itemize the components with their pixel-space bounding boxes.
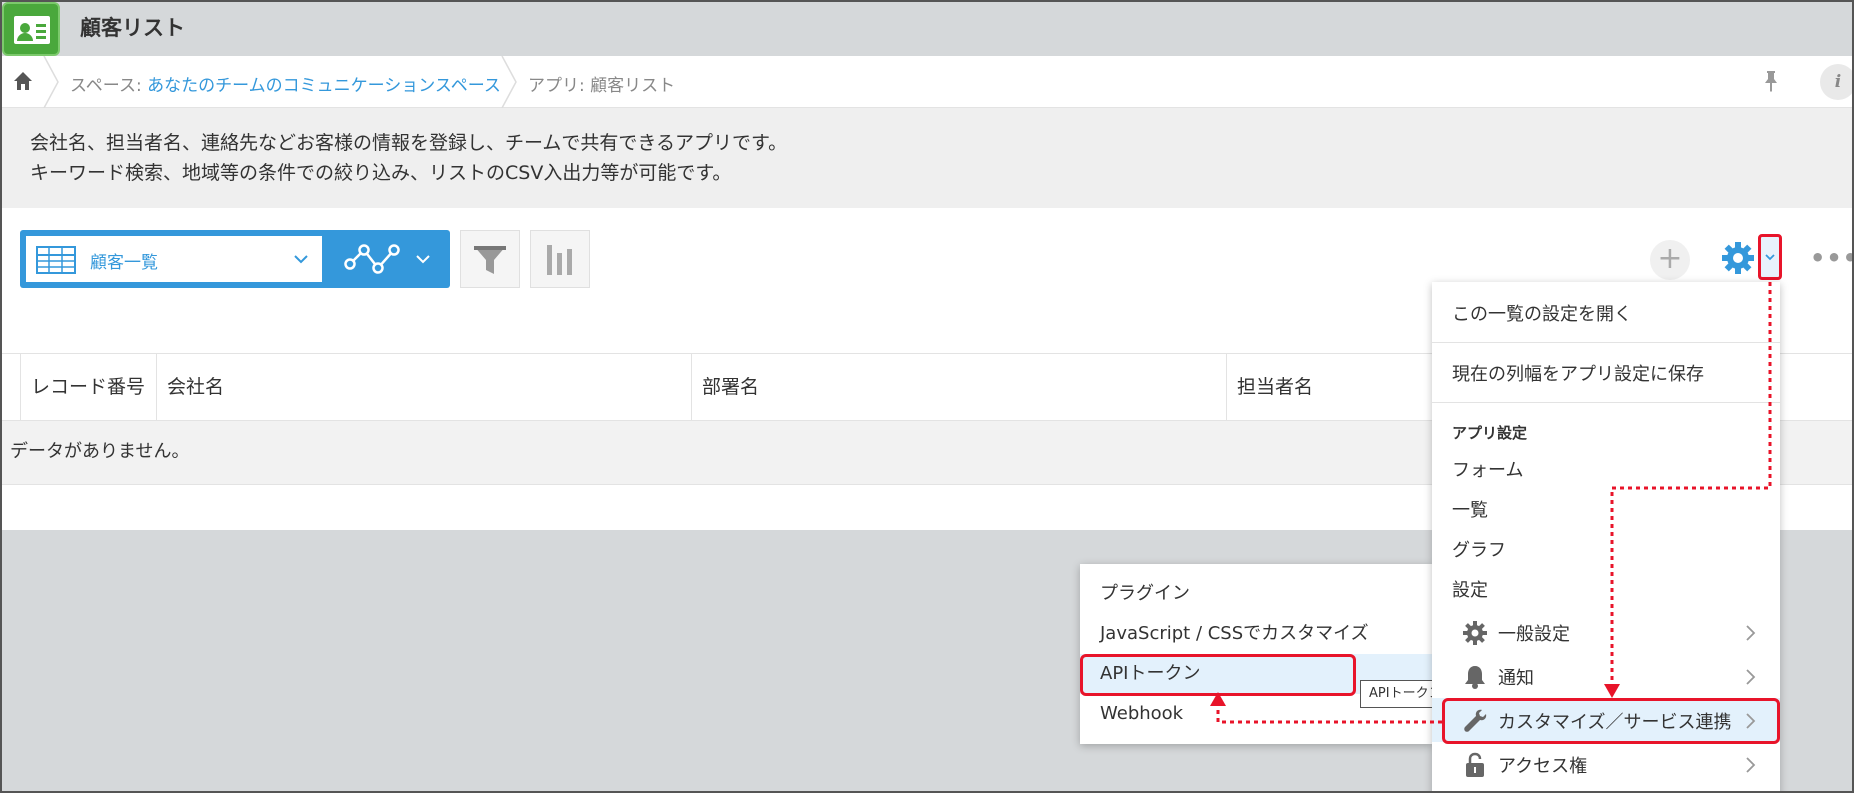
chevron-right-icon bbox=[1746, 625, 1756, 641]
customize-highlight bbox=[1442, 698, 1780, 744]
filter-icon bbox=[474, 246, 506, 274]
description-line: 会社名、担当者名、連絡先などお客様の情報を登録し、チームで共有できるアプリです。 bbox=[30, 132, 788, 154]
menu-graph[interactable]: グラフ bbox=[1432, 536, 1780, 566]
menu-section-app-settings: アプリ設定 bbox=[1452, 424, 1528, 442]
column-header[interactable]: レコード番号 bbox=[20, 354, 156, 421]
breadcrumb-space[interactable]: スペース: あなたのチームのコミュニケーションスペース bbox=[70, 71, 501, 96]
menu-divider bbox=[1432, 402, 1780, 403]
add-record-button[interactable]: + bbox=[1650, 240, 1690, 280]
menu-divider bbox=[1432, 342, 1780, 343]
bell-icon bbox=[1465, 666, 1485, 689]
breadcrumb-space-link[interactable]: あなたのチームのコミュニケーションスペース bbox=[147, 76, 501, 96]
graph-chart-button[interactable] bbox=[530, 230, 590, 288]
app-title: 顧客リスト bbox=[80, 16, 185, 40]
pin-icon[interactable] bbox=[1760, 69, 1782, 93]
menu-access-rights[interactable]: アクセス権 bbox=[1432, 742, 1780, 786]
chevron-down-icon bbox=[416, 255, 430, 264]
filter-button[interactable] bbox=[460, 230, 520, 288]
gear-icon[interactable] bbox=[1720, 240, 1756, 276]
description-line: キーワード検索、地域等の条件での絞り込み、リストのCSV入出力等が可能です。 bbox=[30, 162, 732, 184]
api-token-highlight bbox=[1080, 654, 1356, 696]
bar-chart-icon bbox=[547, 245, 572, 275]
breadcrumb-space-prefix: スペース: bbox=[70, 76, 148, 96]
view-name: 顧客一覧 bbox=[90, 253, 158, 273]
home-icon[interactable] bbox=[12, 70, 34, 92]
menu-general-settings[interactable]: 一般設定 bbox=[1432, 610, 1780, 654]
menu-view[interactable]: 一覧 bbox=[1432, 496, 1780, 526]
line-graph-icon bbox=[344, 244, 400, 274]
app-description: 会社名、担当者名、連絡先などお客様の情報を登録し、チームで共有できるアプリです。… bbox=[0, 108, 1854, 208]
column-header[interactable]: 担当者名 bbox=[1226, 354, 1446, 421]
customer-list-app-icon bbox=[2, 2, 60, 56]
submenu-plugin[interactable]: プラグイン bbox=[1080, 574, 1432, 614]
breadcrumb-app: アプリ: 顧客リスト bbox=[528, 76, 676, 96]
more-options-button[interactable]: ••• bbox=[1810, 244, 1854, 272]
column-header[interactable]: 部署名 bbox=[691, 354, 1226, 421]
menu-form[interactable]: フォーム bbox=[1432, 456, 1780, 486]
view-select-dropdown[interactable]: 顧客一覧 bbox=[20, 230, 336, 288]
submenu-js-css[interactable]: JavaScript / CSSでカスタマイズ bbox=[1080, 614, 1432, 654]
menu-general-label: 一般設定 bbox=[1498, 624, 1570, 645]
table-icon bbox=[36, 246, 76, 274]
column-header[interactable]: 会社名 bbox=[156, 354, 691, 421]
menu-settings[interactable]: 設定 bbox=[1432, 576, 1780, 606]
chevron-right-icon bbox=[1746, 757, 1756, 773]
menu-notification[interactable]: 通知 bbox=[1432, 654, 1780, 698]
breadcrumb-separator bbox=[501, 56, 517, 108]
menu-notification-label: 通知 bbox=[1498, 668, 1534, 689]
menu-open-view-settings[interactable]: この一覧の設定を開く bbox=[1432, 300, 1780, 330]
unlock-icon bbox=[1466, 752, 1484, 777]
menu-save-column-width[interactable]: 現在の列幅をアプリ設定に保存 bbox=[1432, 360, 1780, 390]
chevron-right-icon bbox=[1746, 669, 1756, 685]
breadcrumb-separator bbox=[43, 56, 59, 108]
menu-access-label: アクセス権 bbox=[1498, 756, 1588, 777]
app-header: 顧客リスト bbox=[0, 0, 1854, 56]
chevron-down-icon bbox=[1765, 254, 1775, 261]
chevron-down-icon bbox=[294, 255, 308, 264]
graph-select-button[interactable] bbox=[336, 230, 450, 288]
info-icon[interactable]: i bbox=[1820, 64, 1854, 100]
breadcrumb: スペース: あなたのチームのコミュニケーションスペース アプリ: 顧客リスト i bbox=[0, 56, 1854, 108]
gear-icon bbox=[1463, 621, 1487, 645]
app-settings-dropdown-toggle[interactable] bbox=[1758, 234, 1782, 280]
